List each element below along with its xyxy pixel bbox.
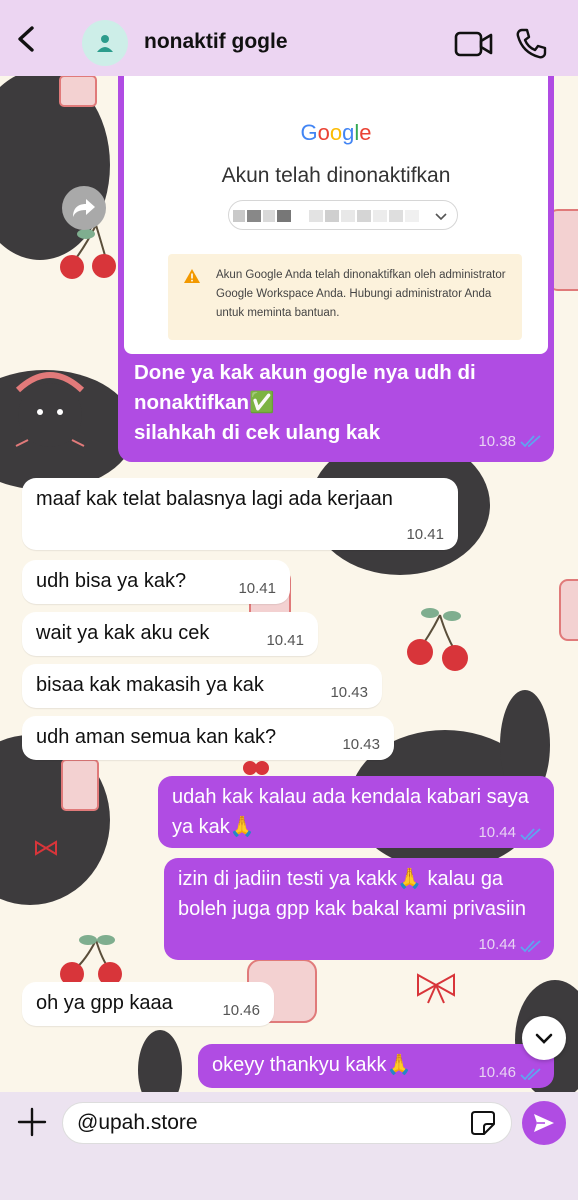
google-logo-g: G bbox=[300, 120, 318, 145]
message-time: 10.44 bbox=[478, 824, 516, 841]
google-logo: Google bbox=[300, 120, 372, 145]
send-button[interactable] bbox=[522, 1101, 566, 1145]
message-bubble-incoming[interactable]: maaf kak telat balasnya lagi ada kerjaan… bbox=[22, 478, 458, 550]
forward-icon[interactable] bbox=[62, 186, 106, 230]
caption-line: silahkah di cek ulang kak bbox=[134, 421, 381, 444]
read-ticks-icon bbox=[520, 828, 541, 841]
send-icon bbox=[534, 1114, 554, 1132]
contact-name[interactable]: nonaktif gogle bbox=[144, 30, 288, 54]
video-call-icon[interactable] bbox=[454, 28, 494, 60]
read-ticks-icon bbox=[520, 940, 541, 953]
message-time: 10.41 bbox=[406, 526, 444, 543]
warning-text: Akun Google Anda telah dinonaktifkan ole… bbox=[216, 269, 506, 319]
scroll-to-bottom-button[interactable] bbox=[522, 1016, 566, 1060]
message-bubble-incoming[interactable]: udh bisa ya kak? 10.41 bbox=[22, 560, 290, 604]
avatar[interactable] bbox=[82, 20, 128, 66]
read-ticks-icon bbox=[520, 435, 541, 448]
message-time: 10.43 bbox=[330, 684, 368, 701]
plus-icon[interactable] bbox=[16, 1106, 48, 1138]
message-time: 10.43 bbox=[342, 736, 380, 753]
phone-icon[interactable] bbox=[514, 27, 548, 61]
message-bubble-incoming[interactable]: bisaa kak makasih ya kak 10.43 bbox=[22, 664, 382, 708]
message-text: maaf kak telat balasnya lagi ada kerjaan bbox=[36, 488, 393, 510]
image-caption: Done ya kak akun gogle nya udh di nonakt… bbox=[134, 358, 534, 448]
read-ticks-icon bbox=[520, 1068, 541, 1081]
screenshot-title: Akun telah dinonaktifkan bbox=[221, 164, 451, 187]
message-input[interactable] bbox=[62, 1102, 512, 1144]
sticker-icon[interactable] bbox=[470, 1110, 496, 1136]
message-time: 10.46 bbox=[478, 1064, 516, 1081]
message-time: 10.46 bbox=[222, 1002, 260, 1019]
warning-box: Akun Google Anda telah dinonaktifkan ole… bbox=[168, 254, 522, 340]
chat-header: nonaktif gogle bbox=[0, 0, 578, 76]
chevron-down-icon bbox=[535, 1033, 553, 1044]
message-bubble-outgoing[interactable]: okeyy thankyu kakk🙏 10.46 bbox=[198, 1044, 554, 1088]
message-bubble-incoming[interactable]: wait ya kak aku cek 10.41 bbox=[22, 612, 318, 656]
message-time: 10.41 bbox=[238, 580, 276, 597]
message-text: bisaa kak makasih ya kak bbox=[36, 674, 264, 696]
shared-screenshot[interactable]: Google Akun telah dinonaktifkan Akun Goo… bbox=[124, 76, 548, 354]
message-time: 10.41 bbox=[266, 632, 304, 649]
image-message[interactable]: Google Akun telah dinonaktifkan Akun Goo… bbox=[118, 76, 554, 462]
person-icon bbox=[97, 35, 113, 52]
caption-line: nonaktifkan✅ bbox=[134, 391, 275, 414]
message-time: 10.44 bbox=[478, 936, 516, 953]
warning-icon bbox=[184, 269, 200, 283]
back-arrow-icon[interactable] bbox=[12, 24, 42, 54]
message-text: udh aman semua kan kak? bbox=[36, 726, 277, 748]
caption-line: Done ya kak akun gogle nya udh di bbox=[134, 361, 476, 384]
message-bubble-incoming[interactable]: oh ya gpp kaaa 10.46 bbox=[22, 982, 274, 1026]
message-text: wait ya kak aku cek bbox=[36, 622, 210, 644]
message-time: 10.38 bbox=[478, 433, 516, 450]
message-bubble-outgoing[interactable]: izin di jadiin testi ya kakk🙏 kalau ga b… bbox=[164, 858, 554, 960]
message-bubble-outgoing[interactable]: udah kak kalau ada kendala kabari saya y… bbox=[158, 776, 554, 848]
account-selector bbox=[228, 200, 458, 230]
message-bubble-incoming[interactable]: udh aman semua kan kak? 10.43 bbox=[22, 716, 394, 760]
message-text: izin di jadiin testi ya kakk🙏 kalau ga b… bbox=[178, 868, 526, 920]
